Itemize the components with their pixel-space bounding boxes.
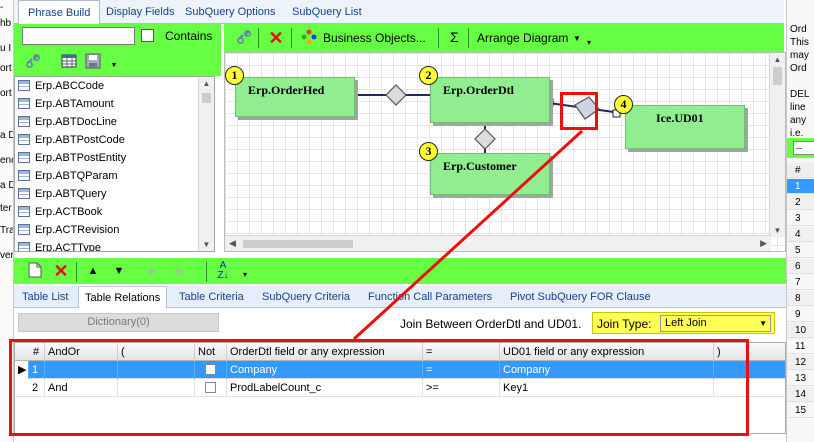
annotation-arrow: [352, 129, 584, 341]
